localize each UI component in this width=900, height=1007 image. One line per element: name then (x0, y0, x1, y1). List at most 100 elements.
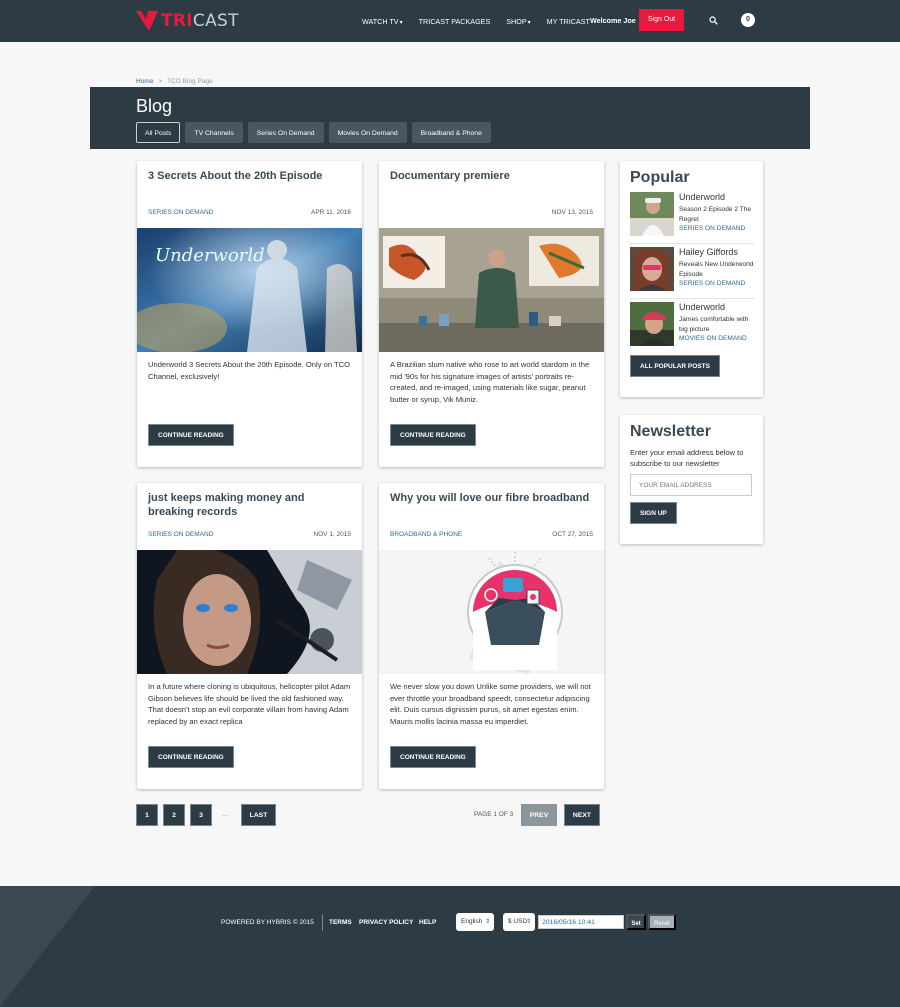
breadcrumb-separator: > (158, 78, 163, 85)
popular-thumbnail[interactable] (630, 302, 674, 346)
terms-link[interactable]: TERMS (329, 919, 352, 926)
breadcrumb: Home > TCO Blog Page (136, 78, 213, 85)
nav-shop[interactable]: SHOP▾ (506, 17, 530, 26)
sign-out-button[interactable]: Sign Out (639, 9, 684, 31)
post-excerpt: A Brazilian slum native who rose to art … (390, 360, 590, 404)
continue-reading-button[interactable]: CONTINUE READING (148, 424, 234, 446)
post-excerpt: We never slow you down Unlike some provi… (390, 682, 591, 726)
logo-wordmark: TRICAST (161, 11, 239, 31)
continue-reading-button[interactable]: CONTINUE READING (390, 746, 476, 768)
nav-my-tricast[interactable]: MY TRICAST (547, 17, 590, 26)
post-category[interactable]: BROADBAND & PHONE (390, 531, 462, 538)
popular-item-summary: James comfortable with big picture (679, 316, 749, 333)
post-date: APR 11, 2016 (311, 209, 351, 216)
search-icon[interactable] (709, 16, 718, 27)
privacy-policy-link[interactable]: PRIVACY POLICY (359, 919, 413, 926)
divider (630, 298, 754, 299)
popular-item-title[interactable]: Underworld (679, 302, 725, 312)
page-title: Blog (136, 96, 173, 116)
post-category[interactable]: SERIES ON DEMAND (148, 531, 213, 538)
popular-thumbnail[interactable] (630, 192, 674, 236)
all-popular-posts-button[interactable]: ALL POPULAR POSTS (630, 355, 720, 377)
blog-post-card: Why you will love our fibre broadband BR… (379, 483, 604, 789)
sign-up-button[interactable]: SIGN UP (630, 502, 677, 524)
post-image[interactable]: Underworld (137, 228, 362, 352)
post-title[interactable]: just keeps making money and breaking rec… (148, 492, 353, 519)
main-nav: WATCH TV▾ TRICAST PACKAGES SHOP▾ MY TRIC… (362, 0, 606, 42)
popular-item-summary: Season 2 Episode 2 The Regret (679, 206, 752, 223)
blog-header-band: Blog All Posts TV Channels Series On Dem… (90, 87, 810, 149)
popular-widget: Popular Underworld Season 2 Episode 2 Th… (620, 161, 763, 397)
popular-title: Popular (630, 169, 690, 186)
email-field[interactable] (630, 474, 752, 496)
filter-series-on-demand[interactable]: Series On Demand (247, 122, 324, 143)
prev-page-button[interactable]: PREV (521, 804, 557, 826)
help-link[interactable]: HELP (419, 919, 436, 926)
popular-item[interactable]: Hailey Giffords Reveals New Underworld E… (630, 247, 755, 293)
currency-value: $ USD (508, 918, 528, 925)
post-date: OCT 27, 2015 (552, 531, 593, 538)
post-date: NOV 1, 2015 (313, 531, 351, 538)
filter-broadband-phone[interactable]: Broadband & Phone (411, 122, 491, 143)
post-image[interactable] (379, 550, 604, 674)
top-navigation-bar: TRICAST WATCH TV▾ TRICAST PACKAGES SHOP▾… (0, 0, 900, 42)
pagination-ellipsis: ... (222, 811, 228, 818)
popular-thumbnail[interactable] (630, 247, 674, 291)
filter-movies-on-demand[interactable]: Movies On Demand (328, 122, 407, 143)
post-image[interactable] (379, 228, 604, 352)
blog-post-card: Documentary premiere NOV 13, 2015 A Braz… (379, 161, 604, 467)
divider (630, 243, 754, 244)
page-1-button[interactable]: 1 (136, 804, 158, 826)
post-category[interactable]: SERIES ON DEMAND (148, 209, 213, 216)
popular-item-category[interactable]: SERIES ON DEMAND (679, 225, 745, 232)
blog-post-card: 3 Secrets About the 20th Episode SERIES … (137, 161, 362, 467)
breadcrumb-current: TCO Blog Page (167, 78, 213, 85)
set-button[interactable]: Set (626, 914, 646, 930)
breadcrumb-home-link[interactable]: Home (136, 78, 153, 85)
popular-item-desc: James comfortable with big picture MOVIES… (679, 315, 754, 344)
filter-tv-channels[interactable]: TV Channels (185, 122, 243, 143)
tricast-logo[interactable]: TRICAST (136, 10, 239, 32)
popular-item[interactable]: Underworld James comfortable with big pi… (630, 302, 755, 348)
last-page-button[interactable]: LAST (241, 804, 276, 826)
page-3-button[interactable]: 3 (190, 804, 212, 826)
popular-item-title[interactable]: Underworld (679, 192, 725, 202)
next-page-button[interactable]: NEXT (564, 804, 600, 826)
cart-count-badge[interactable]: 0 (741, 13, 755, 27)
newsletter-title: Newsletter (630, 423, 711, 440)
popular-item-category[interactable]: MOVIES ON DEMAND (679, 335, 747, 342)
chevron-updown-icon: ⇕ (484, 919, 490, 925)
post-title[interactable]: Why you will love our fibre broadband (390, 492, 595, 506)
newsletter-description: Enter your email address below to subscr… (630, 448, 744, 468)
nav-tricast-packages[interactable]: TRICAST PACKAGES (419, 17, 491, 26)
newsletter-widget: Newsletter Enter your email address belo… (620, 415, 763, 544)
tricast-logo-icon (136, 11, 158, 31)
filter-all-posts[interactable]: All Posts (136, 122, 181, 143)
currency-select[interactable]: $ USD ⇕ (503, 913, 535, 931)
divider (322, 914, 323, 931)
popular-item-title[interactable]: Hailey Giffords (679, 247, 738, 257)
popular-item-desc: Season 2 Episode 2 The Regret SERIES ON D… (679, 205, 754, 234)
post-date: NOV 13, 2015 (551, 209, 593, 216)
post-title[interactable]: 3 Secrets About the 20th Episode (148, 170, 353, 184)
language-select[interactable]: English ⇕ (456, 913, 494, 931)
blog-filter-tabs: All Posts TV Channels Series On Demand M… (136, 122, 491, 143)
page-indicator: PAGE 1 OF 3 (474, 811, 514, 818)
reset-button[interactable]: Reset (648, 914, 676, 930)
post-title[interactable]: Documentary premiere (390, 170, 595, 184)
continue-reading-button[interactable]: CONTINUE READING (148, 746, 234, 768)
page-2-button[interactable]: 2 (163, 804, 185, 826)
underworld-image-title: Underworld (155, 245, 265, 266)
powered-by-text: POWERED BY HYBRIS © 2015 (221, 919, 314, 926)
post-image[interactable] (137, 550, 362, 674)
post-excerpt: In a future where cloning is ubiquitous,… (148, 682, 351, 726)
footer: POWERED BY HYBRIS © 2015 TERMS PRIVACY P… (0, 886, 900, 1007)
popular-item-category[interactable]: SERIES ON DEMAND (679, 280, 745, 287)
popular-item-desc: Reveals New Underworld Episode SERIES ON … (679, 260, 754, 289)
continue-reading-button[interactable]: CONTINUE READING (390, 424, 476, 446)
language-value: English (461, 918, 483, 925)
datetime-field[interactable]: 2016/05/16 10:41 (538, 915, 624, 929)
nav-watch-tv[interactable]: WATCH TV▾ (362, 17, 403, 26)
popular-item[interactable]: Underworld Season 2 Episode 2 The Regret… (630, 192, 755, 238)
welcome-text: Welcome Joe (590, 16, 636, 25)
